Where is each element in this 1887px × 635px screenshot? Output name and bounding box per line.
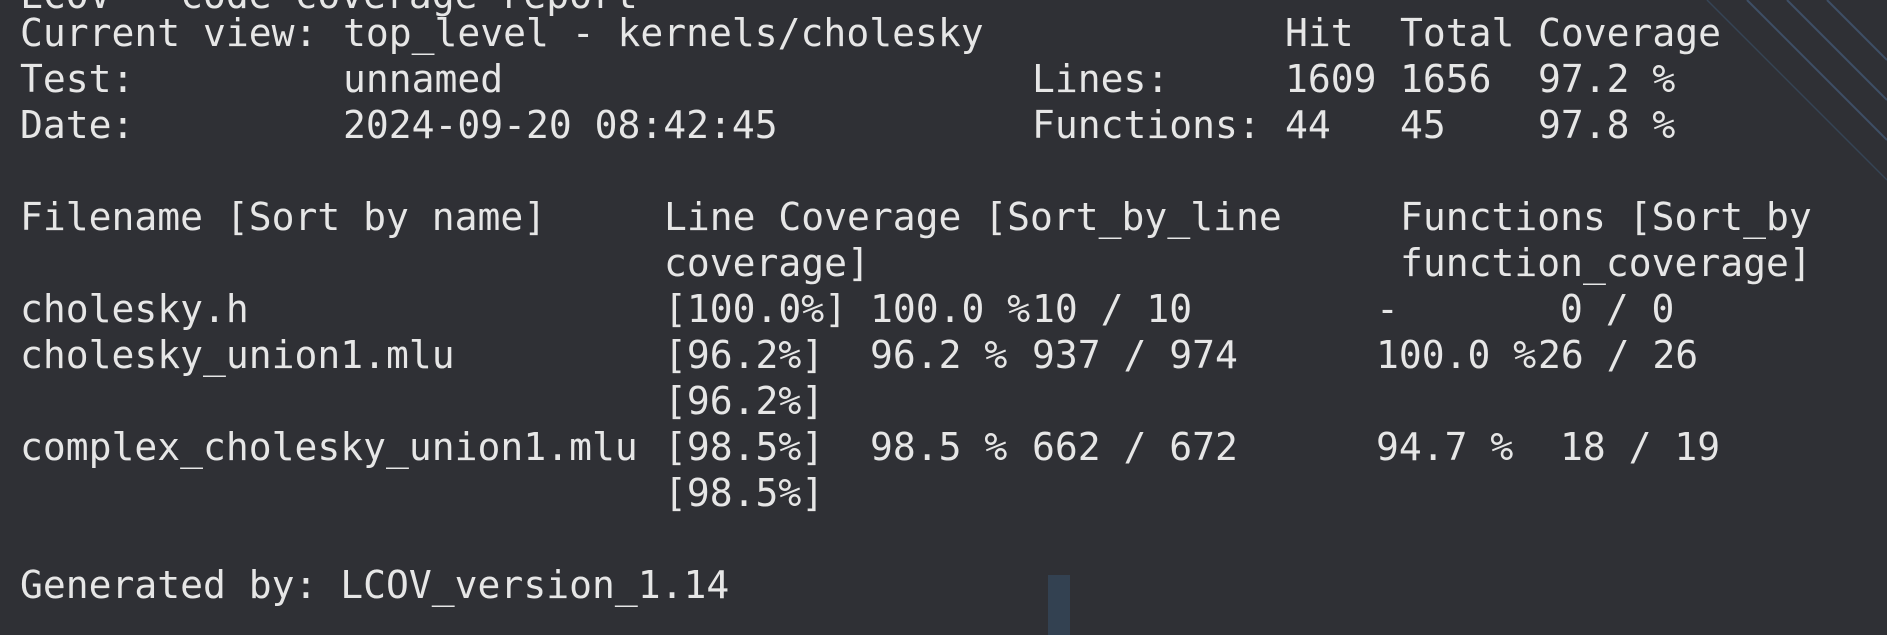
sort-by-function-coverage-link[interactable]: Functions [Sort_by (1400, 194, 1812, 240)
lines-total: 1656 (1400, 57, 1492, 101)
line-coverage-counts: 937 / 974 (1032, 333, 1238, 377)
line-coverage-counts: 662 / 672 (1032, 425, 1238, 469)
line-coverage-percent: 98.5 % (870, 425, 1008, 469)
function-coverage-counts: 18 / 19 (1560, 425, 1721, 469)
test-value: unnamed (343, 57, 504, 101)
function-coverage-percent: - (1376, 287, 1399, 331)
functions-total: 45 (1400, 103, 1446, 147)
functions-coverage: 97.8 % (1538, 103, 1676, 147)
text-cursor (1048, 575, 1070, 635)
lines-hit: 1609 (1285, 57, 1377, 101)
generated-by-footer[interactable]: Generated by: LCOV_version_1.14 (20, 562, 729, 608)
terminal-window: LCOV - code coverage report Current view… (0, 0, 1887, 635)
functions-hit: 44 (1285, 103, 1331, 147)
functions-label: Functions: (1032, 103, 1261, 147)
coverage-column-header: Coverage (1538, 11, 1722, 55)
sort-by-function-coverage-link-cont[interactable]: function_coverage] (1400, 240, 1812, 286)
coverage-bar-alt-text: [98.5%] (664, 471, 825, 515)
line-coverage-counts: 10 / 10 (1032, 287, 1193, 331)
function-coverage-counts: 0 / 0 (1560, 287, 1675, 331)
file-link-cholesky-union1[interactable]: cholesky_union1.mlu (20, 332, 455, 378)
date-label: Date: (20, 103, 135, 147)
coverage-bar-alt-text: [96.2%] (664, 379, 825, 423)
function-coverage-counts: 26 / 26 (1538, 333, 1699, 377)
test-label: Test: (20, 57, 135, 101)
file-link-complex-cholesky-union1[interactable]: complex_cholesky_union1.mlu (20, 424, 638, 470)
function-coverage-percent: 94.7 % (1376, 425, 1514, 469)
file-link-cholesky-h[interactable]: cholesky.h (20, 286, 249, 332)
sort-by-name-link[interactable]: Filename [Sort by name] (20, 194, 546, 240)
lines-coverage: 97.2 % (1538, 57, 1676, 101)
coverage-bar-text: [96.2%] (664, 333, 825, 377)
current-view-value[interactable]: top_level - kernels/cholesky (343, 10, 984, 56)
line-coverage-percent: 96.2 % (870, 333, 1008, 377)
date-value: 2024-09-20 08:42:45 (343, 103, 778, 147)
coverage-bar-text: [98.5%] (664, 425, 825, 469)
total-column-header: Total (1400, 11, 1515, 55)
sort-by-line-coverage-link-cont[interactable]: coverage] (664, 240, 870, 286)
function-coverage-percent: 100.0 % (1376, 333, 1537, 377)
line-coverage-percent: 100.0 % (870, 287, 1031, 331)
current-view-label: Current view: (20, 11, 318, 55)
coverage-bar-text: [100.0%] (664, 287, 848, 331)
sort-by-line-coverage-link[interactable]: Line Coverage [Sort_by_line (664, 194, 1282, 240)
lines-label: Lines: (1032, 57, 1170, 101)
hit-column-header: Hit (1285, 11, 1354, 55)
